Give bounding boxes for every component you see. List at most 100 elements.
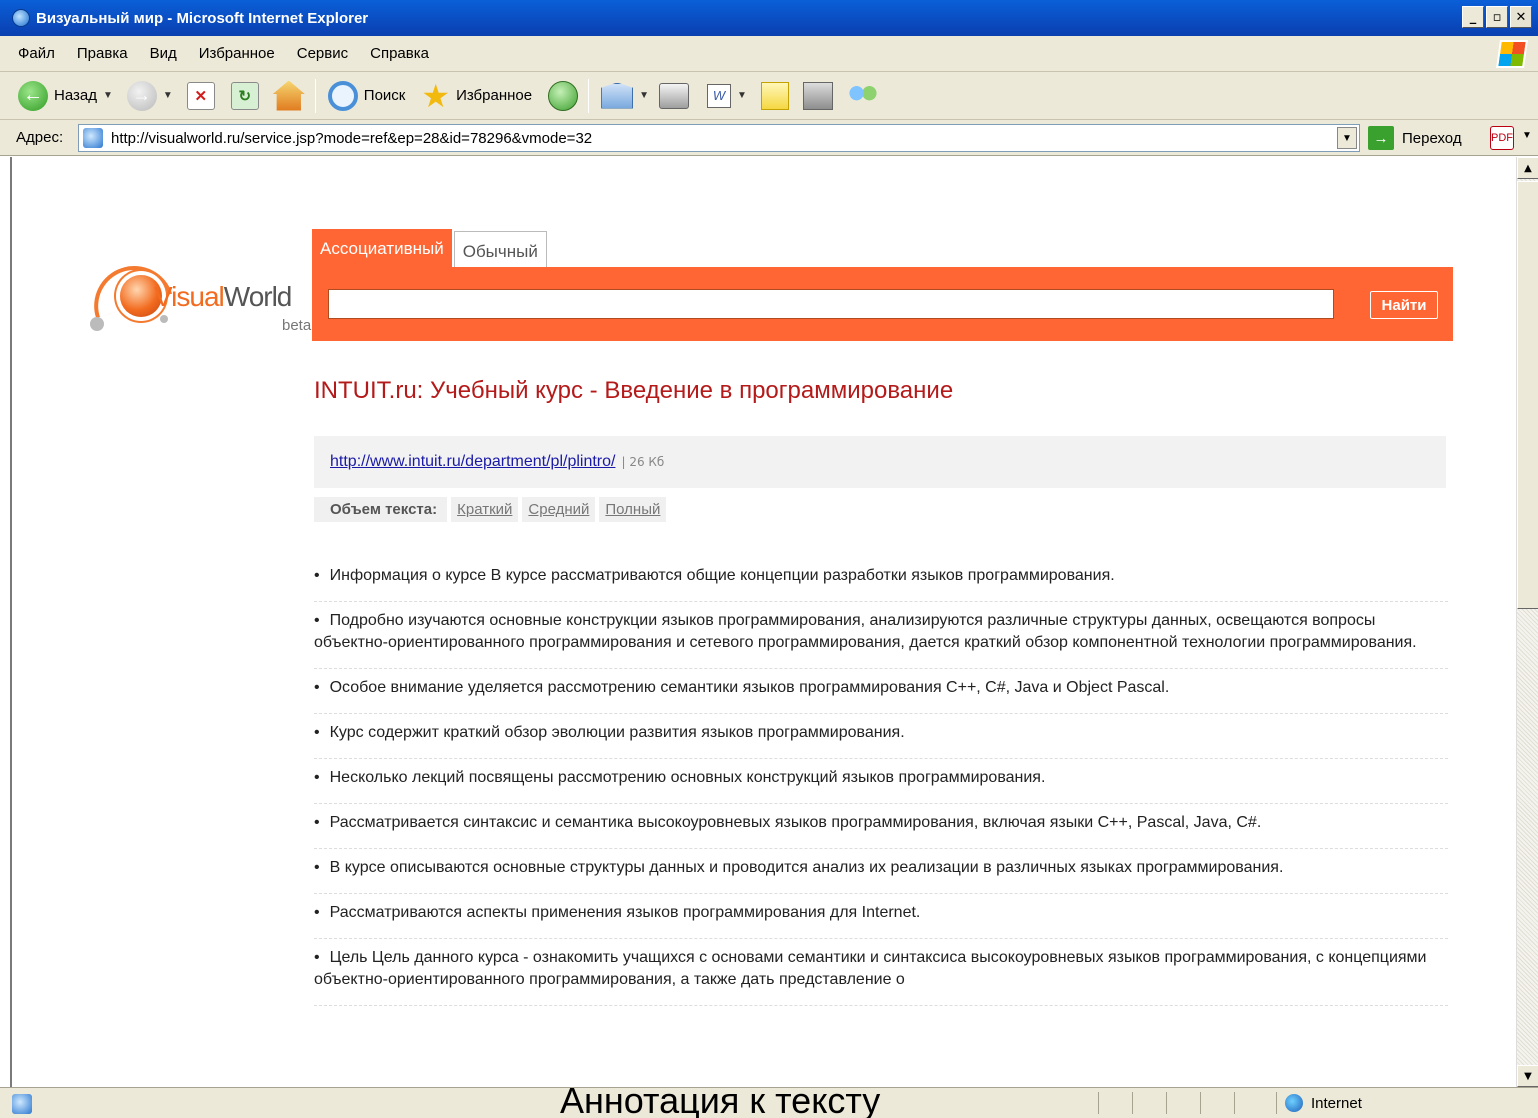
visualworld-logo[interactable]: VisualWorld beta — [82, 255, 322, 337]
vertical-scrollbar[interactable]: ▲ ▼ — [1516, 157, 1538, 1087]
menu-help[interactable]: Справка — [370, 45, 429, 62]
list-item: • Несколько лекций посвящены рассмотрению… — [314, 759, 1448, 804]
list-item: • Рассматривается синтаксис и семантика в… — [314, 804, 1448, 849]
back-label: Назад — [54, 87, 97, 104]
bullet-icon: • — [314, 949, 320, 966]
note-icon — [760, 81, 789, 110]
search-button[interactable]: Поиск — [327, 80, 406, 111]
discuss-button[interactable] — [760, 81, 789, 110]
chevron-down-icon[interactable]: ▼ — [1522, 130, 1532, 141]
history-button[interactable] — [548, 80, 579, 111]
back-button[interactable]: ← Назад ▼ — [18, 80, 113, 111]
home-button[interactable] — [272, 80, 305, 111]
bullet-icon: • — [314, 859, 320, 876]
chevron-down-icon[interactable]: ▼ — [639, 90, 649, 101]
page-icon — [83, 128, 103, 148]
research-button[interactable] — [802, 81, 833, 110]
menu-favorites[interactable]: Избранное — [199, 45, 275, 62]
globe-icon — [1285, 1094, 1303, 1112]
address-input[interactable] — [111, 129, 1311, 147]
status-panel — [1234, 1092, 1266, 1114]
chevron-down-icon[interactable]: ▼ — [163, 90, 173, 101]
list-item: • Особое внимание уделяется рассмотрению … — [314, 669, 1448, 714]
pdf-icon[interactable]: PDF — [1490, 126, 1514, 150]
research-icon — [802, 81, 833, 110]
search-icon — [327, 80, 358, 111]
search-input[interactable] — [328, 289, 1334, 319]
source-link[interactable]: http://www.intuit.ru/department/pl/plint… — [330, 453, 615, 471]
status-bar: Аннотация к тексту Internet — [0, 1080, 1538, 1118]
ie-icon — [12, 9, 30, 27]
list-item: • Курс содержит краткий обзор эволюции ра… — [314, 714, 1448, 759]
source-url-box: http://www.intuit.ru/department/pl/plint… — [314, 436, 1446, 488]
logo-beta: beta — [282, 317, 312, 334]
address-bar: Адрес: ▼ → Переход PDF ▼ — [0, 120, 1538, 156]
scroll-down-icon[interactable]: ▼ — [1517, 1065, 1538, 1087]
security-zone: Internet — [1276, 1092, 1362, 1114]
forward-button[interactable]: → ▼ — [126, 80, 173, 111]
page-title[interactable]: INTUIT.ru: Учебный курс - Введение в про… — [314, 377, 953, 405]
toolbar-separator — [588, 78, 590, 113]
mail-button[interactable]: ▼ — [601, 82, 649, 109]
forward-arrow-icon: → — [126, 80, 157, 111]
menu-file[interactable]: Файл — [18, 45, 55, 62]
file-size: | 26 Кб — [621, 455, 665, 469]
list-item: • В курсе описываются основные структуры … — [314, 849, 1448, 894]
address-label: Адрес: — [16, 129, 64, 146]
close-button[interactable]: ✕ — [1510, 6, 1532, 28]
volume-full-link[interactable]: Полный — [599, 496, 667, 522]
bullet-icon: • — [314, 769, 320, 786]
slide-caption: Аннотация к тексту — [560, 1080, 881, 1118]
search-label: Поиск — [363, 87, 406, 104]
page-status-icon — [12, 1094, 32, 1114]
chevron-down-icon[interactable]: ▼ — [103, 90, 113, 101]
favorites-button[interactable]: ★ Избранное — [421, 80, 532, 112]
history-icon — [548, 80, 579, 111]
toolbar-separator — [314, 78, 316, 113]
list-item: • Рассматриваются аспекты применения язык… — [314, 894, 1448, 939]
minimize-button[interactable]: _ — [1462, 6, 1484, 28]
logo-dot — [160, 315, 168, 323]
mail-icon — [601, 82, 634, 109]
windows-flag-icon — [1496, 40, 1528, 68]
edit-button[interactable]: W ▼ — [707, 83, 747, 108]
back-arrow-icon: ← — [18, 80, 48, 111]
refresh-icon: ↻ — [230, 81, 259, 110]
find-button[interactable]: Найти — [1370, 291, 1438, 319]
logo-dot — [90, 317, 104, 331]
maximize-button[interactable]: ▫ — [1486, 6, 1508, 28]
zone-label: Internet — [1311, 1094, 1362, 1112]
bullet-icon: • — [314, 724, 320, 741]
home-icon — [272, 80, 305, 111]
title-bar: Визуальный мир - Microsoft Internet Expl… — [0, 0, 1538, 36]
window-title: Визуальный мир - Microsoft Internet Expl… — [36, 9, 369, 27]
toolbar: ← Назад ▼ → ▼ ✕ ↻ Поиск ★ Избранное ▼ W … — [0, 72, 1538, 120]
menu-edit[interactable]: Правка — [77, 45, 128, 62]
page-viewport: VisualWorld beta Ассоциативный Обычный Н… — [10, 157, 1516, 1087]
menu-tools[interactable]: Сервис — [297, 45, 348, 62]
scrollbar-thumb[interactable] — [1517, 181, 1538, 609]
refresh-button[interactable]: ↻ — [230, 81, 259, 110]
search-tabs: Ассоциативный Обычный — [312, 229, 547, 269]
go-button[interactable]: → Переход — [1368, 126, 1462, 150]
window-controls: _ ▫ ✕ — [1462, 6, 1532, 28]
tab-associative[interactable]: Ассоциативный — [312, 229, 452, 269]
menu-view[interactable]: Вид — [150, 45, 177, 62]
bullet-icon: • — [314, 814, 320, 831]
scroll-up-icon[interactable]: ▲ — [1517, 157, 1538, 179]
bullet-icon: • — [314, 612, 320, 629]
tab-normal[interactable]: Обычный — [453, 231, 547, 269]
chevron-down-icon[interactable]: ▼ — [737, 90, 747, 101]
address-dropdown-icon[interactable]: ▼ — [1337, 127, 1357, 149]
volume-label: Объем текста: — [314, 496, 448, 522]
volume-short-link[interactable]: Краткий — [451, 496, 519, 522]
list-item: • Цель Цель данного курса - ознакомить уч… — [314, 939, 1448, 1006]
menu-bar: Файл Правка Вид Избранное Сервис Справка — [0, 36, 1538, 72]
bullet-icon: • — [314, 567, 320, 584]
print-button[interactable] — [659, 82, 689, 109]
stop-button[interactable]: ✕ — [186, 81, 215, 110]
list-item: • Информация о курсе В курсе рассматриваю… — [314, 557, 1448, 602]
messenger-button[interactable] — [846, 81, 879, 110]
volume-medium-link[interactable]: Средний — [522, 496, 596, 522]
address-field[interactable]: ▼ — [78, 124, 1360, 152]
